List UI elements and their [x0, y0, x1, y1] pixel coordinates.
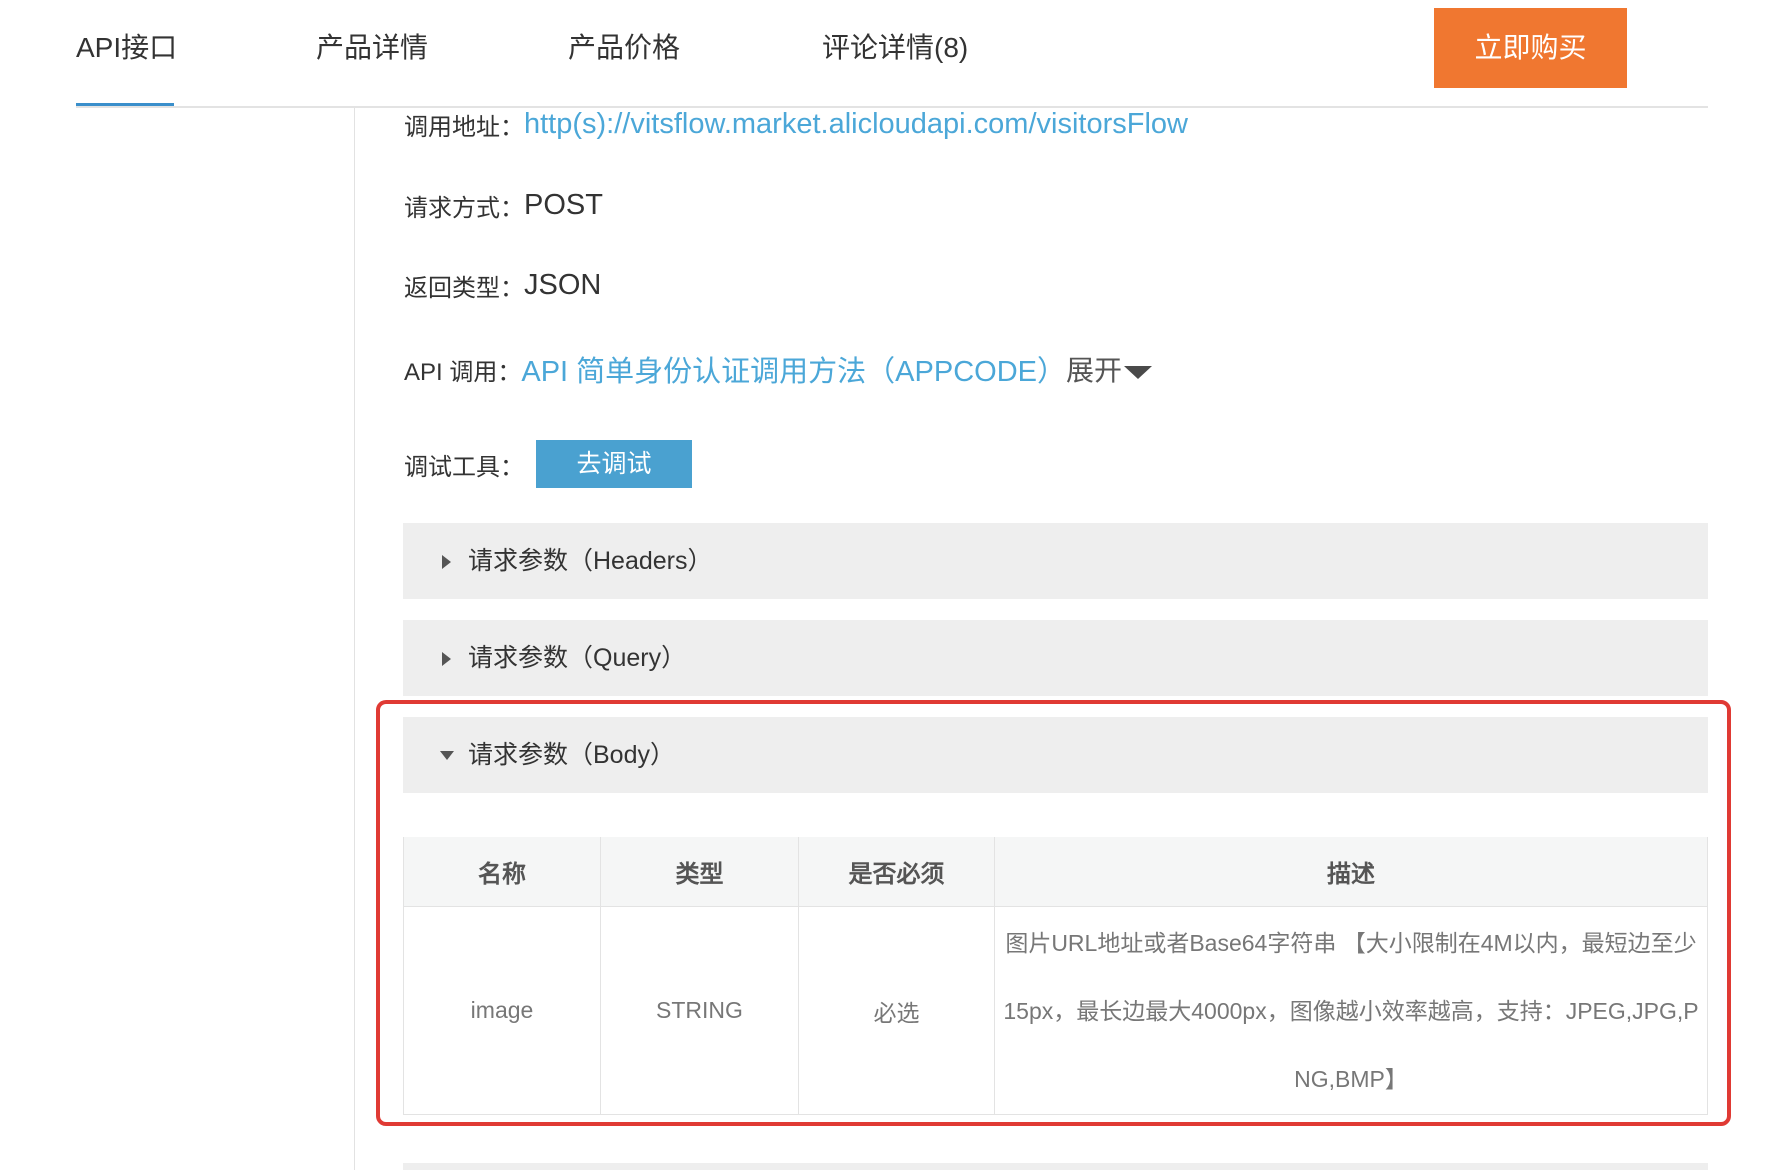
panel-headers-title: 请求参数（Headers）: [468, 547, 713, 575]
url-row: 调用地址：http(s)://vitsflow.market.aliclouda…: [404, 107, 1188, 151]
api-call-label: API 调用：: [404, 358, 522, 386]
column-header-name: 名称: [403, 837, 601, 907]
api-call-row: API 调用：API 简单身份认证调用方法（APPCODE）展开: [404, 348, 1152, 392]
debug-tool-row: 调试工具： 去调试: [404, 440, 692, 488]
column-header-type: 类型: [600, 837, 799, 907]
expand-label: 展开: [1065, 355, 1122, 386]
table-row: image STRING 必选 图片URL地址或者Base64字符串 【大小限制…: [403, 906, 1708, 1115]
caret-right-icon: [442, 652, 451, 666]
caret-down-icon: [440, 751, 454, 760]
top-nav: API接口 产品详情 产品价格 评论详情(8) 立即购买: [0, 0, 1768, 108]
return-type-value: JSON: [524, 269, 602, 301]
tab-product-details[interactable]: 产品详情: [316, 26, 428, 70]
go-debug-button[interactable]: 去调试: [536, 440, 692, 488]
tab-product-price[interactable]: 产品价格: [568, 26, 680, 70]
param-description-cell: 图片URL地址或者Base64字符串 【大小限制在4M以内，最短边至少15px，…: [994, 906, 1708, 1115]
method-value: POST: [524, 189, 603, 221]
expand-toggle[interactable]: 展开: [1066, 349, 1152, 389]
panel-query-title: 请求参数（Query）: [468, 644, 687, 672]
param-name-cell: image: [403, 906, 601, 1115]
param-type-cell: STRING: [600, 906, 799, 1115]
url-label: 调用地址：: [404, 114, 524, 141]
panel-body-title: 请求参数（Body）: [468, 741, 675, 769]
method-label: 请求方式：: [404, 195, 524, 222]
url-link[interactable]: http(s)://vitsflow.market.alicloudapi.co…: [524, 108, 1188, 141]
caret-down-icon: [1124, 366, 1152, 380]
buy-now-button[interactable]: 立即购买: [1434, 8, 1627, 88]
column-header-required: 是否必须: [798, 837, 995, 907]
tab-api[interactable]: API接口: [76, 26, 177, 70]
table-header-row: 名称 类型 是否必须 描述: [403, 837, 1708, 907]
param-required-cell: 必选: [798, 906, 995, 1115]
tab-reviews[interactable]: 评论详情(8): [822, 26, 968, 70]
column-header-description: 描述: [994, 837, 1708, 907]
next-panel-edge: [403, 1163, 1708, 1170]
sidebar-divider: [354, 108, 355, 1170]
debug-tool-label: 调试工具：: [404, 453, 524, 481]
body-params-table: 名称 类型 是否必须 描述 image STRING 必选 图片URL地址或者B…: [403, 837, 1708, 1115]
panel-query[interactable]: 请求参数（Query）: [403, 620, 1708, 696]
caret-right-icon: [442, 555, 451, 569]
panel-headers[interactable]: 请求参数（Headers）: [403, 523, 1708, 599]
return-type-row: 返回类型：JSON: [404, 268, 601, 312]
method-row: 请求方式：POST: [404, 188, 603, 232]
panel-body[interactable]: 请求参数（Body）: [403, 717, 1708, 793]
return-type-label: 返回类型：: [404, 275, 524, 302]
appcode-auth-link[interactable]: API 简单身份认证调用方法（APPCODE）: [521, 348, 1066, 390]
